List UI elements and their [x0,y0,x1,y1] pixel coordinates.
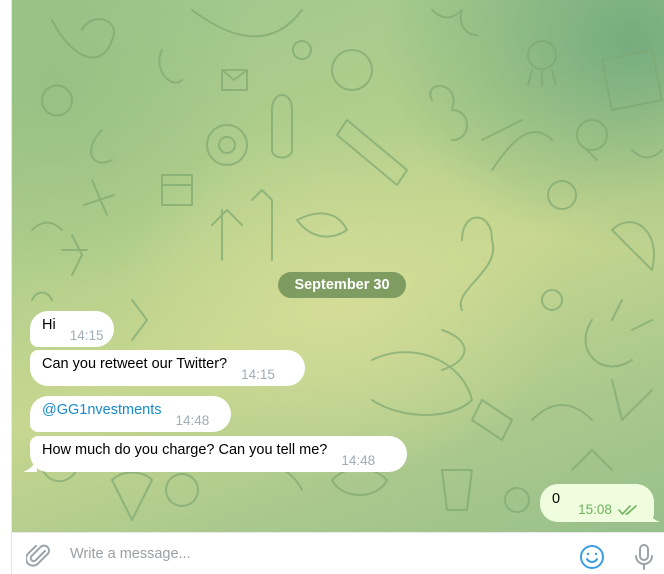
message-time: 14:15 [69,327,104,343]
incoming-message[interactable]: Can you retweet our Twitter? 14:15 [30,350,305,386]
message-time: 14:48 [341,452,376,468]
message-input[interactable] [70,541,550,567]
message-time: 14:48 [175,412,210,428]
incoming-message[interactable]: Hi 14:15 [30,311,114,347]
double-check-icon [618,505,637,515]
smile-icon[interactable] [579,544,605,570]
microphone-icon[interactable] [632,543,656,571]
username-link[interactable]: @GG1nvestments [42,402,161,418]
left-panel-edge [0,0,12,574]
paperclip-icon[interactable] [26,543,52,569]
message-composer [12,532,664,574]
message-text: Hi [42,317,56,333]
incoming-message[interactable]: @GG1nvestments 14:48 [30,396,231,432]
chat-history[interactable]: September 30 Hi 14:15 Can you retweet ou… [12,0,664,532]
outgoing-message[interactable]: 0 15:08 [540,484,654,522]
date-separator: September 30 [278,272,406,298]
message-text: 0 [552,491,561,507]
incoming-message[interactable]: How much do you charge? Can you tell me?… [30,436,407,472]
bubble-tail [23,460,37,472]
message-text: How much do you charge? Can you tell me? [42,442,328,458]
message-time: 14:15 [241,366,275,382]
bubble-tail [646,510,660,522]
message-text: Can you retweet our Twitter? [42,356,228,372]
message-time: 15:08 [578,501,612,517]
